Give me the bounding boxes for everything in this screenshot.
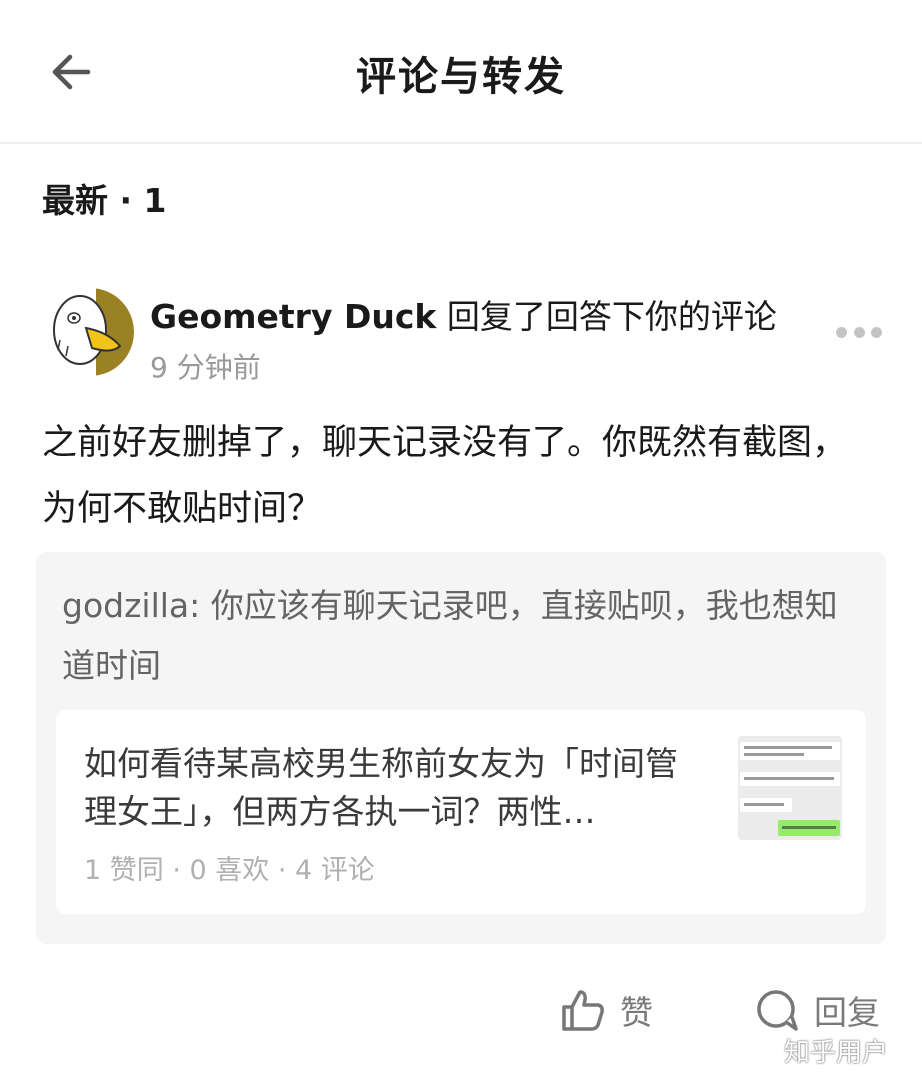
top-bar: 评论与转发 xyxy=(0,0,922,144)
comment-text: 之前好友删掉了，聊天记录没有了。你既然有截图，为何不敢贴时间？ xyxy=(42,423,848,529)
author-name[interactable]: Geometry Duck xyxy=(150,297,436,336)
card-title: 如何看待某高校男生称前女友为「时间管理女王」，但两方各执一词？两性… xyxy=(84,744,678,831)
thumbs-up-icon xyxy=(562,990,604,1031)
quoted-comment[interactable]: godzilla: 你应该有聊天记录吧，直接贴呗，我也想知道时间 如何看待某高校… xyxy=(36,552,886,944)
more-dot xyxy=(836,326,847,338)
like-label: 赞 xyxy=(620,993,653,1032)
reply-button[interactable]: 回复 xyxy=(754,986,880,1034)
card-meta: 1 赞同 · 0 喜欢 · 4 评论 xyxy=(84,855,375,886)
more-dot xyxy=(871,326,882,338)
card-thumbnail xyxy=(738,736,842,840)
avatar[interactable] xyxy=(46,288,134,376)
section-title: 最新 · 1 xyxy=(42,181,167,220)
reply-action-text: 回复了回答下你的评论 xyxy=(436,297,777,336)
quoted-text: godzilla: 你应该有聊天记录吧，直接贴呗，我也想知道时间 xyxy=(62,586,838,685)
comment-bubble-icon xyxy=(757,990,798,1031)
like-button[interactable]: 赞 xyxy=(560,986,653,1034)
comment-header: Geometry Duck 回复了回答下你的评论 xyxy=(150,290,777,338)
more-dots-icon[interactable] xyxy=(836,318,882,346)
page-title: 评论与转发 xyxy=(356,54,566,100)
reply-label: 回复 xyxy=(814,993,880,1032)
linked-answer-card[interactable]: 如何看待某高校男生称前女友为「时间管理女王」，但两方各执一词？两性… 1 赞同 … xyxy=(56,710,866,914)
more-dot xyxy=(853,326,865,338)
comment-time: 9 分钟前 xyxy=(150,351,261,384)
watermark: 知乎用户 xyxy=(784,1038,889,1068)
